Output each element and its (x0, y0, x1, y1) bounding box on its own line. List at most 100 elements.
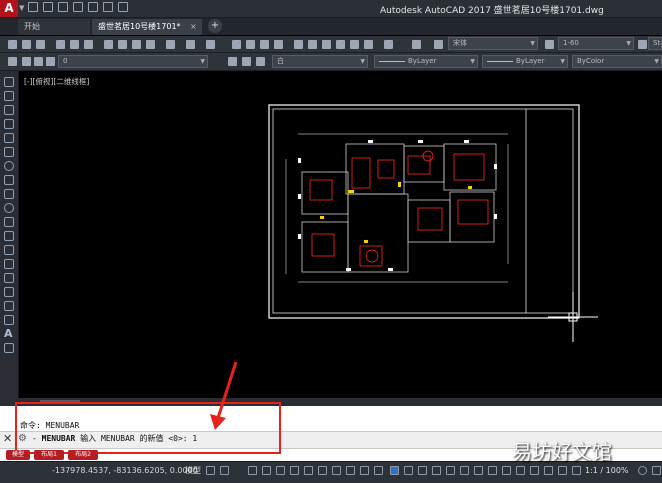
save-icon[interactable] (58, 2, 68, 12)
paste-icon[interactable] (132, 40, 141, 49)
line-icon[interactable] (4, 77, 14, 87)
rectangle-icon[interactable] (4, 133, 14, 143)
polygon-icon[interactable] (4, 119, 14, 129)
ellipse-icon[interactable] (4, 203, 14, 213)
multiline-text-icon[interactable]: A (4, 328, 14, 339)
transparency-icon[interactable] (360, 466, 369, 475)
preview-icon[interactable] (70, 40, 79, 49)
object-snap-icon[interactable] (332, 466, 341, 475)
cut-icon[interactable] (104, 40, 113, 49)
open-file-icon[interactable] (43, 2, 53, 12)
tab-current-drawing[interactable]: 盛世茗居10号楼1701* (92, 19, 202, 35)
grid-icon[interactable] (206, 466, 215, 475)
new-icon[interactable] (8, 40, 17, 49)
workspace-icon[interactable] (474, 466, 483, 475)
3d-osnap-icon[interactable] (390, 466, 399, 475)
auto-scale-icon[interactable] (460, 466, 469, 475)
match-properties-icon[interactable] (146, 40, 155, 49)
undo-icon[interactable] (186, 40, 195, 49)
text-style-dropdown[interactable]: 宋体 ▼ (448, 37, 538, 50)
layout-tab-model[interactable]: 模型 (6, 450, 30, 460)
bulb-icon[interactable] (22, 57, 31, 66)
zoom-realtime-icon[interactable] (246, 40, 255, 49)
revision-cloud-icon[interactable] (4, 175, 14, 185)
isolate-objects-icon[interactable] (544, 466, 553, 475)
make-current-icon[interactable] (228, 57, 237, 66)
tool-palettes-icon[interactable] (322, 40, 331, 49)
construction-line-icon[interactable] (4, 91, 14, 101)
close-tab-icon[interactable]: × (190, 19, 197, 35)
print-icon[interactable] (88, 2, 98, 12)
layer-match-icon[interactable] (256, 57, 265, 66)
quick-properties-icon[interactable] (516, 466, 525, 475)
gradient-icon[interactable] (4, 287, 14, 297)
isodraft-icon[interactable] (304, 466, 313, 475)
app-menu-arrow-icon[interactable]: ▼ (19, 4, 24, 12)
open-icon[interactable] (22, 40, 31, 49)
add-selected-icon[interactable] (4, 343, 14, 353)
model-space-button[interactable]: 模型 (185, 465, 201, 476)
coordinate-readout[interactable]: -137978.4537, -83136.6205, 0.0000 (52, 466, 198, 475)
layer-dropdown[interactable]: 0 ▼ (58, 55, 208, 68)
region-icon[interactable] (4, 301, 14, 311)
viewport-controls[interactable]: [-][俯视][二维线框] (24, 76, 89, 87)
quickcalc-icon[interactable] (364, 40, 373, 49)
copy-icon[interactable] (118, 40, 127, 49)
layer-properties-icon[interactable] (8, 57, 17, 66)
linetype-dropdown[interactable]: ByLayer ▼ (374, 55, 478, 68)
block-editor-icon[interactable] (166, 40, 175, 49)
make-block-icon[interactable] (4, 245, 14, 255)
publish-icon[interactable] (84, 40, 93, 49)
lock-ui-icon[interactable] (530, 466, 539, 475)
layout-tab-2[interactable]: 布局2 (68, 450, 98, 460)
plotstyle-dropdown[interactable]: ByColor ▼ (572, 55, 662, 68)
annotation-scale[interactable]: 1:1 / 100% (585, 466, 629, 475)
dim-style-dropdown[interactable]: 1-60 ▼ (558, 37, 634, 50)
point-icon[interactable] (4, 259, 14, 269)
hatch-icon[interactable] (4, 273, 14, 283)
settings-gear-icon[interactable] (638, 466, 647, 475)
layout-tab-1[interactable]: 布局1 (34, 450, 64, 460)
color-dropdown[interactable]: 白 ▼ (272, 55, 368, 68)
gizmo-icon[interactable] (432, 466, 441, 475)
units-icon[interactable] (502, 466, 511, 475)
undo-icon[interactable] (103, 2, 113, 12)
customization-menu-icon[interactable] (652, 466, 661, 475)
save-as-icon[interactable] (73, 2, 83, 12)
properties-icon[interactable] (294, 40, 303, 49)
snap-icon[interactable] (220, 466, 229, 475)
new-tab-button[interactable]: + (208, 19, 222, 33)
clean-screen-icon[interactable] (572, 466, 581, 475)
hardware-acceleration-icon[interactable] (558, 466, 567, 475)
sheet-set-icon[interactable] (336, 40, 345, 49)
text-style-icon[interactable] (412, 40, 421, 49)
markup-icon[interactable] (350, 40, 359, 49)
layer-previous-icon[interactable] (242, 57, 251, 66)
spline-icon[interactable] (4, 189, 14, 199)
ellipse-arc-icon[interactable] (4, 217, 14, 227)
redo-icon[interactable] (206, 40, 215, 49)
pan-icon[interactable] (232, 40, 241, 49)
redo-icon[interactable] (118, 2, 128, 12)
zoom-previous-icon[interactable] (274, 40, 283, 49)
arc-icon[interactable] (4, 147, 14, 157)
new-file-icon[interactable] (28, 2, 38, 12)
dynamic-ucs-icon[interactable] (404, 466, 413, 475)
table-icon[interactable] (4, 315, 14, 325)
design-center-icon[interactable] (308, 40, 317, 49)
object-snap-tracking-icon[interactable] (318, 466, 327, 475)
help-icon[interactable] (384, 40, 393, 49)
circle-icon[interactable] (4, 161, 14, 171)
selection-cycling-icon[interactable] (374, 466, 383, 475)
ortho-icon[interactable] (276, 466, 285, 475)
polar-icon[interactable] (290, 466, 299, 475)
lineweight-dropdown[interactable]: ByLayer ▼ (482, 55, 568, 68)
infer-constraints-icon[interactable] (248, 466, 257, 475)
table-style-icon[interactable] (638, 40, 647, 49)
application-menu-button[interactable]: A (0, 0, 18, 17)
insert-block-icon[interactable] (4, 231, 14, 241)
dynamic-input-icon[interactable] (262, 466, 271, 475)
sun-freeze-icon[interactable] (34, 57, 43, 66)
save-icon[interactable] (36, 40, 45, 49)
table-style-dropdown[interactable]: Star (648, 37, 662, 50)
